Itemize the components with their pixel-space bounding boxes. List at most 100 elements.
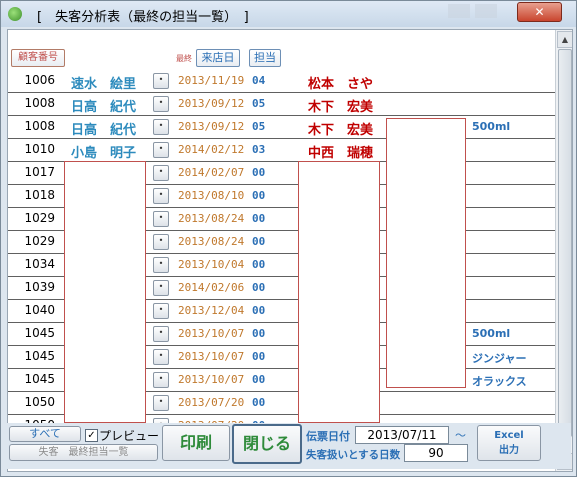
row-detail-button[interactable]: • xyxy=(153,119,169,135)
customer-id-cell: 1017 xyxy=(24,165,55,179)
row-detail-button[interactable]: • xyxy=(153,303,169,319)
lost-days-field[interactable]: 90 xyxy=(404,444,468,462)
visit-count-cell: 00 xyxy=(252,281,266,294)
table-row[interactable]: 1010 小島 明子 • 2014/02/12 03 中西 瑞穂 xyxy=(8,138,555,162)
customer-name-cell: 日高 紀代 xyxy=(71,123,137,138)
redacted-names-block xyxy=(64,161,146,423)
close-button[interactable]: 閉じる xyxy=(232,424,302,464)
preview-checkbox[interactable]: ✓ xyxy=(85,429,98,442)
last-label: 最終 xyxy=(176,54,192,63)
customer-name-cell: 速水 絵里 xyxy=(71,77,137,92)
last-visit-date-cell: 2013/08/24 xyxy=(178,212,245,225)
last-visit-date-cell: 2013/12/04 xyxy=(178,304,245,317)
customer-id-cell: 1010 xyxy=(24,142,55,156)
visit-count-cell: 00 xyxy=(252,235,266,248)
redacted-staff-block xyxy=(298,161,380,423)
faded-minimize-icon xyxy=(448,4,470,18)
faded-maximize-icon xyxy=(475,4,497,18)
customer-name-cell: 小島 明子 xyxy=(71,146,137,161)
app-window: [ 失客分析表（最終の担当一覧） ] ✕ 顧客番号 最終 来店日 担当 1006… xyxy=(0,0,577,477)
report-type-button[interactable]: 失客 最終担当一覧 xyxy=(9,444,158,461)
row-detail-button[interactable]: • xyxy=(153,326,169,342)
customer-id-cell: 1045 xyxy=(24,372,55,386)
visit-count-cell: 05 xyxy=(252,120,266,133)
visit-count-cell: 00 xyxy=(252,258,266,271)
visit-count-cell: 04 xyxy=(252,74,266,87)
visit-count-cell: 00 xyxy=(252,350,266,363)
table-row[interactable]: 1008 日高 紀代 • 2013/09/12 05 木下 宏美 xyxy=(8,92,555,116)
visit-count-cell: 05 xyxy=(252,97,266,110)
last-visit-date-cell: 2013/11/19 xyxy=(178,74,245,87)
last-visit-date-cell: 2013/10/04 xyxy=(178,258,245,271)
row-detail-button[interactable]: • xyxy=(153,165,169,181)
sort-customer-no-button[interactable]: 顧客番号 xyxy=(11,49,65,67)
last-visit-date-cell: 2013/10/07 xyxy=(178,350,245,363)
customer-name-cell: 日高 紀代 xyxy=(71,100,137,115)
vertical-scrollbar[interactable]: ▲ ▼ xyxy=(555,30,572,471)
row-detail-button[interactable]: • xyxy=(153,257,169,273)
table-row[interactable]: 1006 速水 絵里 • 2013/11/19 04 松本 さや xyxy=(8,69,555,93)
row-detail-button[interactable]: • xyxy=(153,395,169,411)
row-detail-button[interactable]: • xyxy=(153,211,169,227)
staff-name-cell: 木下 宏美 xyxy=(308,100,374,115)
scroll-up-icon[interactable]: ▲ xyxy=(557,31,572,48)
customer-id-cell: 1008 xyxy=(24,119,55,133)
visit-count-cell: 00 xyxy=(252,396,266,409)
customer-id-cell: 1029 xyxy=(24,211,55,225)
customer-id-cell: 1045 xyxy=(24,326,55,340)
sort-visit-date-button[interactable]: 来店日 xyxy=(196,49,240,67)
product-cell: 500ml xyxy=(472,327,511,340)
table-row[interactable]: 1008 日高 紀代 • 2013/09/12 05 木下 宏美 500ml xyxy=(8,115,555,139)
staff-name-cell: 木下 宏美 xyxy=(308,123,374,138)
customer-id-cell: 1050 xyxy=(24,395,55,409)
visit-count-cell: 00 xyxy=(252,373,266,386)
last-visit-date-cell: 2014/02/12 xyxy=(178,143,245,156)
title-bar: [ 失客分析表（最終の担当一覧） ] ✕ xyxy=(1,1,576,27)
last-visit-date-cell: 2013/09/12 xyxy=(178,120,245,133)
customer-id-cell: 1006 xyxy=(24,73,55,87)
row-detail-button[interactable]: • xyxy=(153,188,169,204)
customer-id-cell: 1034 xyxy=(24,257,55,271)
last-visit-date-cell: 2013/08/10 xyxy=(178,189,245,202)
print-button[interactable]: 印刷 xyxy=(162,425,230,461)
all-button[interactable]: すべて xyxy=(9,426,81,442)
customer-id-cell: 1045 xyxy=(24,349,55,363)
product-cell: ジンジャー xyxy=(472,352,527,365)
preview-label: プレビュー xyxy=(99,429,160,443)
customer-id-cell: 1018 xyxy=(24,188,55,202)
visit-count-cell: 00 xyxy=(252,166,266,179)
scroll-thumb[interactable] xyxy=(558,49,572,437)
app-clover-icon xyxy=(8,7,22,21)
product-cell: オラックス xyxy=(472,375,527,388)
excel-export-button[interactable]: Excel 出力 xyxy=(477,425,541,461)
row-detail-button[interactable]: • xyxy=(153,280,169,296)
row-detail-button[interactable]: • xyxy=(153,234,169,250)
staff-name-cell: 中西 瑞穂 xyxy=(308,146,374,161)
last-visit-date-cell: 2013/10/07 xyxy=(178,373,245,386)
last-visit-date-cell: 2013/07/20 xyxy=(178,396,245,409)
customer-id-cell: 1039 xyxy=(24,280,55,294)
customer-id-cell: 1008 xyxy=(24,96,55,110)
window-title: [ 失客分析表（最終の担当一覧） ] xyxy=(37,10,249,25)
last-visit-date-cell: 2013/08/24 xyxy=(178,235,245,248)
sort-staff-button[interactable]: 担当 xyxy=(249,49,281,67)
product-cell: 500ml xyxy=(472,120,511,133)
row-detail-button[interactable]: • xyxy=(153,96,169,112)
visit-count-cell: 00 xyxy=(252,327,266,340)
export-label: 出力 xyxy=(499,445,519,456)
visit-count-cell: 00 xyxy=(252,189,266,202)
slip-date-field[interactable]: 2013/07/11 xyxy=(355,426,449,444)
excel-label: Excel xyxy=(494,430,524,441)
customer-id-cell: 1029 xyxy=(24,234,55,248)
range-tilde: ～ xyxy=(455,429,466,442)
visit-count-cell: 00 xyxy=(252,212,266,225)
visit-count-cell: 03 xyxy=(252,143,266,156)
redacted-product-block xyxy=(386,118,466,388)
last-visit-date-cell: 2013/09/12 xyxy=(178,97,245,110)
row-detail-button[interactable]: • xyxy=(153,349,169,365)
row-detail-button[interactable]: • xyxy=(153,372,169,388)
row-detail-button[interactable]: • xyxy=(153,73,169,89)
last-visit-date-cell: 2013/10/07 xyxy=(178,327,245,340)
row-detail-button[interactable]: • xyxy=(153,142,169,158)
window-close-button[interactable]: ✕ xyxy=(517,2,562,22)
